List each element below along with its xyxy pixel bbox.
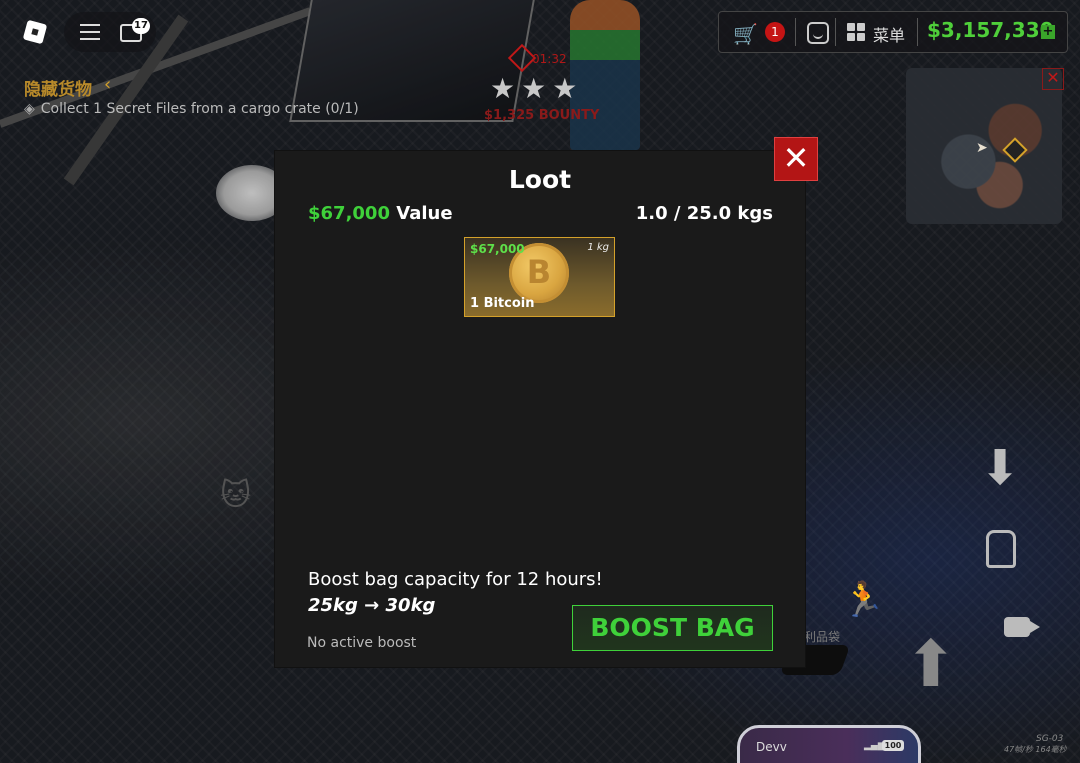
boost-status: No active boost (307, 635, 417, 651)
money-display: $3,157,330 (927, 18, 1054, 42)
boost-description: Boost bag capacity for 12 hours! (308, 569, 603, 590)
loot-value-amount: $67,000 (308, 203, 390, 224)
bounty-label: $1,325 BOUNTY (484, 108, 600, 123)
player-marker-icon: ➤ (976, 140, 988, 156)
jump-arrow-icon[interactable]: ⬆ (904, 628, 958, 702)
boost-capacity-change: 25kg → 30kg (308, 595, 436, 616)
loot-modal: ✕ Loot $67,000 Value 1.0 / 25.0 kgs B $6… (275, 137, 818, 667)
quest-objective-text: Collect 1 Secret Files from a cargo crat… (40, 101, 359, 117)
hud-divider (835, 18, 836, 46)
top-right-hud: 🛒 1 菜单 $3,157,330 + (718, 11, 1068, 53)
item-weight: 1 kg (587, 242, 609, 253)
add-money-button[interactable]: + (1041, 25, 1055, 39)
phone-widget[interactable]: Devv ▂▄▆ 100 (737, 725, 921, 763)
boost-bag-button[interactable]: BOOST BAG (572, 605, 773, 651)
phone-name: Devv (756, 740, 787, 754)
hud-divider (795, 18, 796, 46)
drop-down-arrow-icon[interactable]: ⬇ (980, 440, 1020, 496)
wanted-stars: ★★★ (490, 72, 584, 105)
backpack-icon[interactable] (986, 530, 1016, 568)
minimap-close-button[interactable]: ✕ (1042, 68, 1064, 90)
quest-objective: ◈ Collect 1 Secret Files from a cargo cra… (24, 101, 359, 117)
loot-bag-label: 利品袋 (804, 630, 841, 644)
wanted-timer: 01:32 (532, 52, 567, 66)
item-price: $67,000 (470, 242, 525, 256)
bitcoin-symbol: B (526, 253, 552, 291)
chat-badge: 17 (132, 18, 150, 34)
loot-title: Loot (508, 165, 572, 194)
sprint-icon[interactable]: 🏃 (842, 580, 884, 620)
hamburger-menu-icon[interactable] (80, 24, 100, 40)
camera-icon[interactable] (1004, 617, 1040, 637)
menu-pill: 17 (64, 12, 156, 52)
loot-weight: 1.0 / 25.0 kgs (635, 203, 773, 224)
objective-diamond-icon: ◈ (24, 101, 35, 117)
item-name: 1 Bitcoin (470, 296, 535, 311)
hud-divider (917, 18, 918, 46)
loot-item-card[interactable]: B $67,000 1 kg 1 Bitcoin (464, 237, 615, 317)
server-stats: 47帧/秒 164毫秒 (1004, 745, 1067, 754)
server-id: SG-03 (1036, 734, 1064, 744)
menu-grid-icon[interactable] (847, 23, 865, 41)
loot-total-value: $67,000 Value (308, 203, 453, 224)
shop-basket-icon[interactable]: 🛒 (733, 22, 758, 46)
menu-button-label[interactable]: 菜单 (873, 22, 905, 46)
loot-value-label: Value (396, 203, 453, 224)
battery-icon: 100 (882, 740, 904, 751)
emote-face-icon[interactable] (807, 22, 829, 44)
quest-title[interactable]: 隐藏货物 (24, 75, 92, 100)
chevron-left-icon[interactable]: ‹ (104, 74, 111, 95)
basket-badge: 1 (765, 22, 785, 42)
